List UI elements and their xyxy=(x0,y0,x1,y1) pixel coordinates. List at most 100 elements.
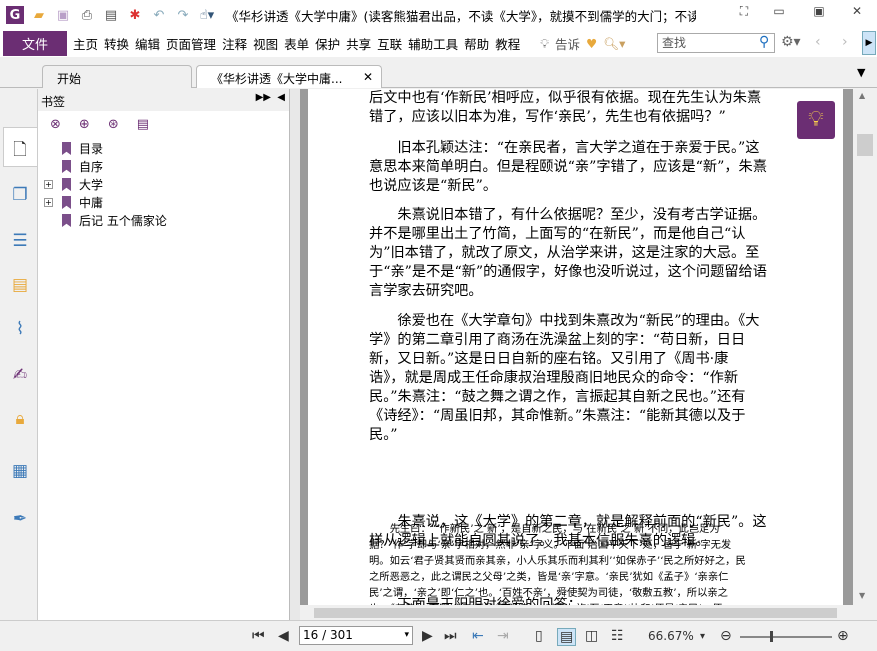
expand-icon[interactable]: + xyxy=(44,180,53,189)
panel-splitter[interactable] xyxy=(290,89,300,620)
continuous-facing-icon[interactable]: ☷ xyxy=(611,628,624,644)
zoom-in-icon[interactable]: ⊕ xyxy=(837,628,849,644)
bookmark-item[interactable]: 后记 五个儒家论 xyxy=(62,212,167,229)
page-number: 16 / 301 xyxy=(303,628,353,642)
tab-start[interactable]: 开始 xyxy=(42,65,192,88)
page-dropdown-icon[interactable]: ▾ xyxy=(404,627,409,644)
single-page-icon[interactable]: ▯ xyxy=(535,628,543,644)
tips-lightbulb-button[interactable]: 💡︎ xyxy=(797,101,835,139)
menu-form[interactable]: 表单 xyxy=(284,34,309,53)
bookmark-item[interactable]: 自序 xyxy=(62,158,103,175)
comments-icon[interactable]: ▤ xyxy=(9,275,31,297)
expand-icon[interactable]: + xyxy=(44,198,53,207)
zoom-slider-handle[interactable] xyxy=(770,631,773,642)
settings-icon[interactable]: ⚙▾ xyxy=(781,34,801,50)
security-lock-icon[interactable]: 🔒︎ xyxy=(9,409,31,431)
bookmark-item[interactable]: 目录 xyxy=(62,140,103,157)
save-icon[interactable]: ▣ xyxy=(54,6,72,24)
scroll-up-icon: ▲ xyxy=(859,91,866,100)
menu-convert[interactable]: 转换 xyxy=(104,34,129,53)
vertical-scrollbar[interactable]: ▲ ▼ xyxy=(853,89,877,620)
zoom-out-icon[interactable]: ⊖ xyxy=(720,628,732,644)
expand-bookmark-icon[interactable]: ⊛ xyxy=(108,117,137,132)
bookmark-toolbar: ⊗⊕⊛▤ xyxy=(50,117,167,132)
heart-icon[interactable]: ♥ xyxy=(586,36,597,51)
app-logo-icon: G xyxy=(6,6,24,24)
pen-icon[interactable]: ✒ xyxy=(9,509,31,531)
content-icon[interactable]: ▦ xyxy=(9,461,31,483)
menu-tutorial[interactable]: 教程 xyxy=(495,34,520,53)
page-thumbnails-icon[interactable]: ❐ xyxy=(9,185,31,207)
prev-arrow-icon[interactable]: ‹ xyxy=(815,34,821,50)
last-page-icon[interactable]: ⏭ xyxy=(444,628,457,644)
find-folder-icon[interactable]: 🔍︎▾ xyxy=(603,36,625,52)
file-menu[interactable]: 文件 xyxy=(3,31,67,56)
page-number-input[interactable]: 16 / 301 ▾ xyxy=(299,626,413,645)
tab-document[interactable]: 《华杉讲透《大学中庸... ✕ xyxy=(196,65,382,88)
continuous-page-icon[interactable]: ▤ xyxy=(557,628,577,646)
close-button[interactable]: ✕ xyxy=(846,4,868,22)
bookmark-options-icon[interactable]: ▤ xyxy=(137,117,167,132)
search-input[interactable]: 查找 xyxy=(657,33,775,53)
new-icon[interactable]: ✱ xyxy=(126,6,144,24)
bookmark-item[interactable]: + 大学 xyxy=(44,176,103,193)
bookmark-item[interactable]: + 中庸 xyxy=(44,194,103,211)
undo-icon[interactable]: ↶ xyxy=(150,6,168,24)
zoom-dropdown-icon[interactable]: ▾ xyxy=(700,631,705,642)
document-text-line: 诰》，就是周成王任命康叔治理殷商旧地民众的命令：“作新 xyxy=(369,370,739,386)
bookmark-panel: 书签 ▶▶ ◀ ⊗⊕⊛▤ 目录 自序 + 大学 + 中庸 后记 五个儒家论 xyxy=(38,89,290,620)
menu-protect[interactable]: 保护 xyxy=(315,34,340,53)
signature-icon[interactable]: ✍ xyxy=(9,365,31,387)
ribbon-scroll-button[interactable]: ▶ xyxy=(862,31,876,55)
close-tab-icon[interactable]: ✕ xyxy=(363,70,373,84)
prev-page-icon[interactable]: ◀ xyxy=(278,628,289,644)
first-page-icon[interactable]: ⏮ xyxy=(252,628,265,644)
attachments-icon[interactable]: ⌇ xyxy=(9,319,31,341)
document-text-line: 并不是哪里出土了竹简，上面写的“在新民”，而是他自己“认 xyxy=(369,226,746,242)
ribbon-toggle-icon[interactable]: ⛶ xyxy=(733,4,755,22)
menu-connect[interactable]: 互联 xyxy=(377,34,402,53)
zoom-slider[interactable] xyxy=(740,631,832,642)
scroll-thumb[interactable] xyxy=(857,134,873,156)
layers-icon[interactable]: ☰ xyxy=(9,231,31,253)
tab-list-dropdown-icon[interactable]: ▼ xyxy=(857,66,865,79)
print-icon[interactable]: ⎙ xyxy=(78,6,96,24)
horizontal-scrollbar[interactable] xyxy=(300,605,853,620)
bookmark-label: 后记 五个儒家论 xyxy=(79,214,167,228)
next-page-icon[interactable]: ▶ xyxy=(422,628,433,644)
maximize-button[interactable]: ▣ xyxy=(808,4,830,22)
open-icon[interactable]: ▰ xyxy=(30,6,48,24)
tell-me[interactable]: 告诉 xyxy=(555,34,580,53)
document-text-line: 民。”朱熹注：“鼓之舞之谓之作，言振起其自新之民也。”还有 xyxy=(369,389,746,405)
facing-page-icon[interactable]: ◫ xyxy=(585,628,598,644)
previous-view-icon[interactable]: ⇤ xyxy=(472,628,484,644)
hand-tool-icon[interactable]: ☝▾ xyxy=(198,6,216,24)
document-text-line: 朱熹说旧本错了，有什么依据呢？至少，没有考古学证据。 xyxy=(369,207,767,223)
properties-icon[interactable]: ▤ xyxy=(102,6,120,24)
menu-view[interactable]: 视图 xyxy=(253,34,278,53)
panel-expand-icon[interactable]: ▶▶ xyxy=(256,92,271,103)
delete-bookmark-icon[interactable]: ⊗ xyxy=(50,117,79,132)
lightbulb-icon[interactable]: 💡︎ xyxy=(540,36,549,52)
zoom-level[interactable]: 66.67% xyxy=(648,629,694,643)
redo-icon[interactable]: ↷ xyxy=(174,6,192,24)
title-bar: G ▰ ▣ ⎙ ▤ ✱ ↶ ↷ ☝▾ 《华杉讲透《大学中庸》(读客熊猫君出品，不… xyxy=(0,0,877,30)
next-arrow-icon[interactable]: › xyxy=(842,34,848,50)
hscroll-thumb[interactable] xyxy=(314,608,837,618)
bookmark-flag-icon xyxy=(62,142,71,155)
minimize-button[interactable]: ▭ xyxy=(768,4,790,22)
menu-help[interactable]: 帮助 xyxy=(464,34,489,53)
document-text-line: 后文中也有‘作新民’相呼应，似乎很有依据。现在先生认为朱熹 xyxy=(369,90,762,106)
add-bookmark-icon[interactable]: ⊕ xyxy=(79,117,108,132)
menu-comment[interactable]: 注释 xyxy=(222,34,247,53)
menu-edit[interactable]: 编辑 xyxy=(135,34,160,53)
bookmark-flag-icon xyxy=(62,160,71,173)
menu-page-manage[interactable]: 页面管理 xyxy=(166,34,216,53)
menu-home[interactable]: 主页 xyxy=(73,34,98,53)
bookmark-panel-icon[interactable]: 🗋︎ xyxy=(9,137,31,160)
panel-collapse-icon[interactable]: ◀ xyxy=(277,92,285,103)
next-view-icon[interactable]: ⇥ xyxy=(497,628,509,644)
menu-accessibility[interactable]: 辅助工具 xyxy=(408,34,458,53)
menu-share[interactable]: 共享 xyxy=(346,34,371,53)
search-icon[interactable]: ⚲ xyxy=(759,34,769,50)
